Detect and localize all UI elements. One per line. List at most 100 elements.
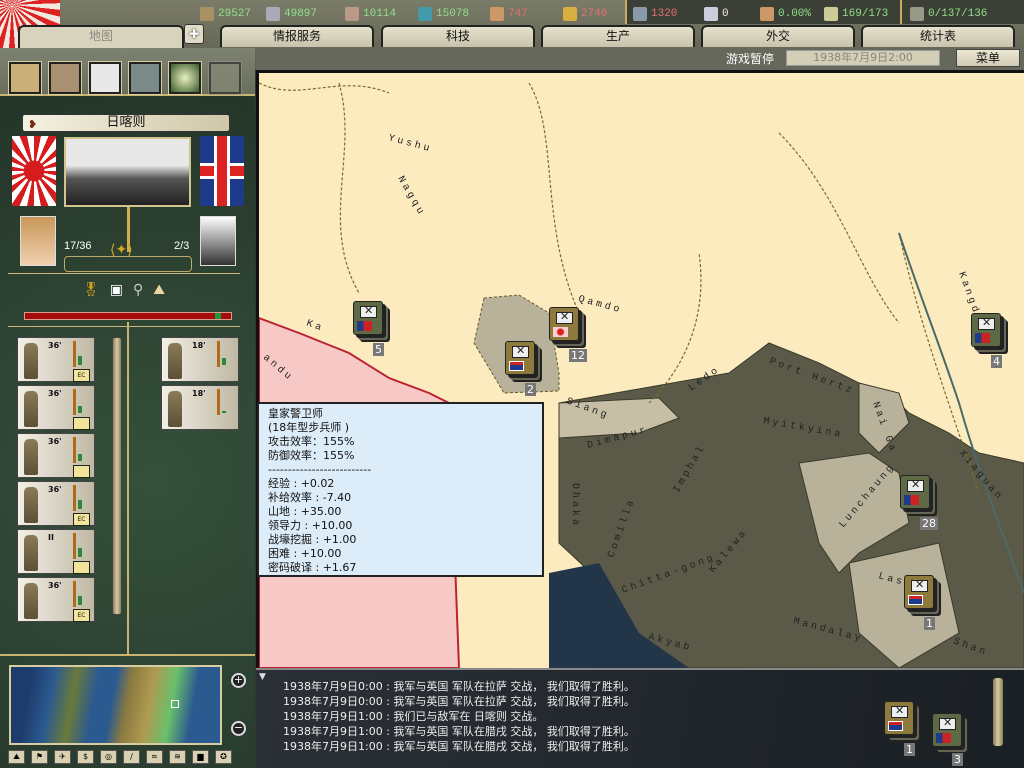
- resource-value: 15078: [436, 8, 470, 20]
- organization-bar: [78, 453, 82, 461]
- tooltip-line: 经验 : +0.02: [268, 477, 335, 490]
- army-counter[interactable]: [971, 313, 1001, 347]
- brigade-aa-icon: [73, 561, 90, 574]
- defender-commander-portrait[interactable]: [200, 216, 236, 266]
- province-label: Dhaka: [569, 483, 581, 528]
- resource-filter-icon[interactable]: ◎: [100, 750, 117, 764]
- collapse-log-icon[interactable]: ▼: [259, 672, 266, 682]
- nation-flag-icon: [553, 327, 568, 337]
- log-scrollbar[interactable]: [993, 678, 1003, 746]
- minimap[interactable]: [9, 665, 222, 745]
- unit-list-scrollbar[interactable]: [112, 337, 122, 615]
- tab-technology[interactable]: 科技: [381, 25, 535, 47]
- division-count: 5: [373, 343, 384, 356]
- zoom-in-button[interactable]: +: [231, 673, 246, 688]
- alliance-filter-icon[interactable]: ✪: [215, 750, 232, 764]
- battle-image: [64, 137, 191, 207]
- attacker-unit-card[interactable]: 36': [17, 433, 95, 478]
- nation-flag-icon: [936, 733, 951, 743]
- battle-province-name: 日喀则: [22, 114, 230, 132]
- army-counter[interactable]: [900, 475, 930, 509]
- attacker-unit-card[interactable]: 36': [17, 385, 95, 430]
- area-filter-icon[interactable]: ≋: [169, 750, 186, 764]
- energy-icon: [200, 7, 214, 21]
- resource-transports[interactable]: 0: [704, 6, 729, 22]
- weather-filter-icon[interactable]: ∕: [123, 750, 140, 764]
- land-units-mode-icon[interactable]: [48, 61, 82, 95]
- army-counter[interactable]: [904, 575, 934, 609]
- resource-dissent[interactable]: 0.00%: [760, 6, 811, 22]
- tooltip-line: 防御效率：155%: [268, 449, 355, 462]
- division-count: 1: [904, 743, 915, 756]
- diplomacy-filter-icon[interactable]: ▆: [192, 750, 209, 764]
- tooltip-line: 战壕挖掘 : +1.00: [268, 533, 357, 546]
- date-display[interactable]: 1938年7月9日2:00: [786, 50, 940, 66]
- army-counter[interactable]: [549, 307, 579, 341]
- resource-value: 29527: [218, 8, 252, 20]
- divider: [8, 273, 240, 274]
- expand-button[interactable]: ✚: [184, 24, 204, 44]
- defender-unit-card[interactable]: 18': [161, 385, 239, 430]
- tab-intelligence[interactable]: 情报服务: [220, 25, 374, 47]
- attacker-unit-card[interactable]: 36' EC: [17, 577, 95, 622]
- resource-rare-materials[interactable]: 10114: [345, 6, 396, 22]
- leader-icon: ▣: [109, 282, 124, 298]
- oil-icon: [418, 7, 432, 21]
- attacker-commander-portrait[interactable]: [20, 216, 56, 266]
- terrain-filter-icon[interactable]: ⛰: [8, 750, 25, 764]
- menu-button[interactable]: 菜单: [956, 49, 1020, 67]
- infantry-icon: [24, 583, 38, 619]
- medal-icon: 🎖: [82, 282, 100, 298]
- political-map-mode-icon[interactable]: [8, 61, 42, 95]
- tab-statistics[interactable]: 统计表: [861, 25, 1015, 47]
- transport-mode-icon[interactable]: [208, 61, 242, 95]
- game-map[interactable]: YushuNagquXiningQamdoLedoPort HertzMyitk…: [256, 70, 1024, 766]
- tab-diplomacy[interactable]: 外交: [701, 25, 855, 47]
- resource-metal[interactable]: 49897: [266, 6, 317, 22]
- resource-convoy[interactable]: 0/137/136: [910, 6, 987, 22]
- resource-manpower[interactable]: 1320: [633, 6, 677, 22]
- resource-money[interactable]: 2746: [563, 6, 607, 22]
- organization-bar: [78, 596, 82, 605]
- log-entry: 1938年7月9日1:00 : 我们已与敌军在 日喀则 交战。: [283, 710, 544, 723]
- attacker-unit-card[interactable]: II: [17, 529, 95, 574]
- organization-bar: [78, 356, 82, 365]
- minimap-viewport[interactable]: [171, 700, 179, 708]
- resource-industry[interactable]: 169/173: [824, 6, 888, 22]
- supply-filter-icon[interactable]: ✈: [54, 750, 71, 764]
- resource-energy[interactable]: 29527: [200, 6, 251, 22]
- attacker-unit-card[interactable]: 36' EC: [17, 337, 95, 382]
- retreat-icon[interactable]: ❥: [28, 118, 37, 131]
- region-filter-icon[interactable]: ≈: [146, 750, 163, 764]
- naval-units-mode-icon[interactable]: [128, 61, 162, 95]
- air-units-mode-icon[interactable]: [88, 61, 122, 95]
- defender-count: 2/3: [174, 240, 190, 252]
- attacker-unit-card[interactable]: 36' EC: [17, 481, 95, 526]
- army-counter[interactable]: [932, 713, 962, 747]
- zoom-out-button[interactable]: −: [231, 721, 246, 736]
- strength-bar: [73, 437, 76, 463]
- infantry-icon: [24, 343, 38, 379]
- flag-filter-icon[interactable]: ⚑: [31, 750, 48, 764]
- infantry-icon: [168, 391, 182, 427]
- money-filter-icon[interactable]: $: [77, 750, 94, 764]
- army-counter[interactable]: [505, 341, 535, 375]
- infantry-icon: [24, 535, 38, 571]
- strength-bar: [73, 389, 76, 415]
- battle-mode-icon[interactable]: [168, 61, 202, 95]
- defender-unit-card[interactable]: 18': [161, 337, 239, 382]
- organization-bar: [222, 357, 226, 365]
- division-count: 4: [991, 355, 1002, 368]
- organization-bar: [78, 405, 82, 413]
- resource-oil[interactable]: 15078: [418, 6, 469, 22]
- battle-progress-fill: [214, 313, 221, 319]
- army-counter[interactable]: [884, 701, 914, 735]
- unit-model-label: 36': [48, 437, 62, 446]
- log-entry: 1938年7月9日0:00 : 我军与英国 军队在拉萨 交战， 我们取得了胜利。: [283, 695, 635, 708]
- resource-supplies[interactable]: 747: [490, 6, 528, 22]
- army-counter[interactable]: [353, 301, 383, 335]
- attacker-flag-japan: [12, 136, 56, 206]
- tab-production[interactable]: 生产: [541, 25, 695, 47]
- divider: [8, 326, 240, 327]
- tab-map[interactable]: 地图: [18, 25, 184, 49]
